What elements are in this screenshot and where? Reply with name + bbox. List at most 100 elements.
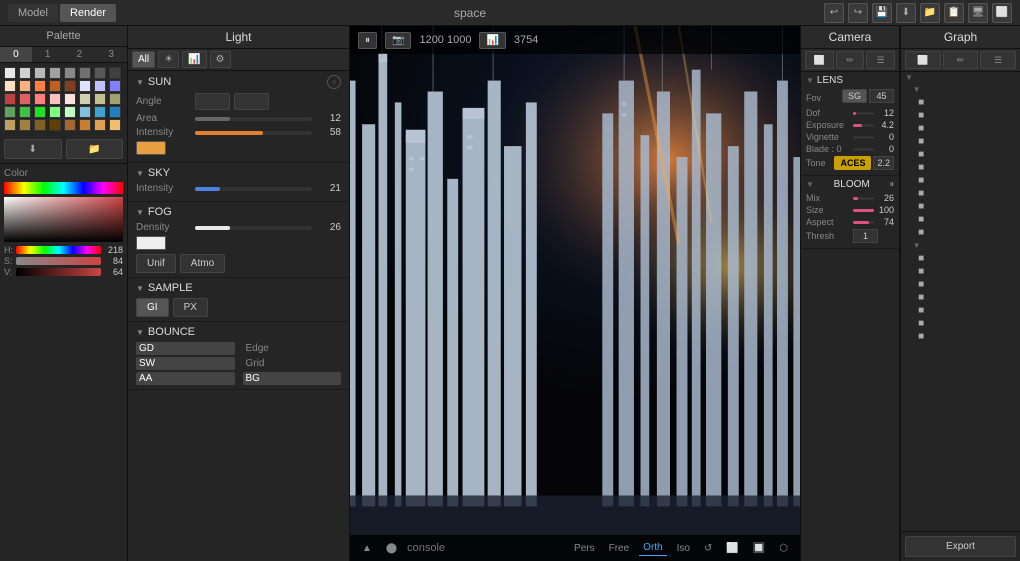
viewport-scene[interactable] — [350, 26, 800, 561]
fog-title[interactable]: ▼ FOG — [136, 206, 341, 218]
palette-cell-27[interactable] — [49, 106, 61, 118]
palette-cell-25[interactable] — [19, 106, 31, 118]
bounce-title[interactable]: ▼ BOUNCE — [136, 326, 341, 338]
bounce-aa[interactable]: AA — [136, 372, 235, 385]
size-bar-container[interactable] — [853, 209, 874, 212]
tree-item-3[interactable]: ■ — [901, 109, 1020, 122]
chart-btn[interactable]: 📊 — [479, 32, 505, 49]
tree-item-12[interactable]: ■ — [901, 226, 1020, 239]
blade-bar-container[interactable] — [853, 148, 874, 151]
palette-cell-15[interactable] — [109, 80, 121, 92]
palette-cell-1[interactable] — [19, 67, 31, 79]
area-bar-container[interactable] — [195, 117, 312, 121]
palette-cell-4[interactable] — [64, 67, 76, 79]
tree-item-7[interactable]: ■ — [901, 161, 1020, 174]
tree-item-6[interactable]: ■ — [901, 148, 1020, 161]
tree-item-19[interactable]: ■ — [901, 317, 1020, 330]
console-input[interactable] — [407, 542, 564, 554]
palette-cell-26[interactable] — [34, 106, 46, 118]
palette-cell-36[interactable] — [64, 119, 76, 131]
palette-cell-10[interactable] — [34, 80, 46, 92]
redo-btn[interactable]: ↪ — [848, 3, 868, 23]
palette-num-1[interactable]: 1 — [32, 47, 64, 62]
tree-item-13[interactable]: ▼ — [901, 239, 1020, 252]
tree-item-16[interactable]: ■ — [901, 278, 1020, 291]
bloom-title[interactable]: ▼ BLOOM ⏸ — [806, 179, 894, 190]
fov-sg-btn[interactable]: SG — [842, 89, 867, 103]
palette-cell-33[interactable] — [19, 119, 31, 131]
exposure-bar-container[interactable] — [853, 124, 874, 127]
tree-item-17[interactable]: ■ — [901, 291, 1020, 304]
s-slider[interactable] — [16, 257, 101, 265]
bounce-grid[interactable]: Grid — [243, 357, 342, 370]
cam-tab-1[interactable]: ⬜ — [805, 51, 834, 69]
iso-btn[interactable]: Iso — [673, 541, 694, 556]
aces-btn[interactable]: ACES — [834, 156, 871, 170]
cam-tab-2[interactable]: ✏ — [836, 51, 865, 69]
palette-cell-17[interactable] — [19, 93, 31, 105]
free-btn[interactable]: Free — [605, 541, 634, 556]
graph-tab-3[interactable]: ☰ — [980, 51, 1016, 69]
tree-item-9[interactable]: ■ — [901, 187, 1020, 200]
v-slider[interactable] — [16, 268, 101, 276]
palette-cell-12[interactable] — [64, 80, 76, 92]
palette-cell-37[interactable] — [79, 119, 91, 131]
sun-color-swatch[interactable] — [136, 141, 166, 155]
palette-cell-34[interactable] — [34, 119, 46, 131]
palette-cell-18[interactable] — [34, 93, 46, 105]
palette-folder-btn[interactable]: 📁 — [66, 139, 124, 159]
palette-num-3[interactable]: 3 — [95, 47, 127, 62]
tree-item-14[interactable]: ■ — [901, 252, 1020, 265]
palette-cell-3[interactable] — [49, 67, 61, 79]
palette-cell-8[interactable] — [4, 80, 16, 92]
export-btn[interactable]: Export — [905, 536, 1016, 557]
fog-atmo-btn[interactable]: Atmo — [180, 254, 225, 273]
clipboard-btn[interactable]: 📋 — [944, 3, 964, 23]
palette-cell-16[interactable] — [4, 93, 16, 105]
light-tab-gear[interactable]: ⚙ — [210, 51, 231, 68]
tree-item-2[interactable]: ■ — [901, 96, 1020, 109]
palette-cell-11[interactable] — [49, 80, 61, 92]
cam-tab-3[interactable]: ☰ — [866, 51, 895, 69]
bounce-edge[interactable]: Edge — [243, 342, 342, 355]
orth-btn[interactable]: Orth — [639, 540, 666, 556]
pause-btn[interactable]: ⏸ — [358, 32, 377, 49]
download-btn[interactable]: ⬇ — [896, 3, 916, 23]
palette-cell-0[interactable] — [4, 67, 16, 79]
sample-title[interactable]: ▼ SAMPLE — [136, 282, 341, 294]
light-tab-sun[interactable]: ☀ — [158, 51, 179, 68]
palette-cell-9[interactable] — [19, 80, 31, 92]
tree-item-11[interactable]: ■ — [901, 213, 1020, 226]
palette-cell-31[interactable] — [109, 106, 121, 118]
window-btn[interactable]: ⬜ — [992, 3, 1012, 23]
view-btn1[interactable]: ⬜ — [722, 541, 742, 556]
graph-tab-1[interactable]: ⬜ — [905, 51, 941, 69]
palette-cell-24[interactable] — [4, 106, 16, 118]
model-tab[interactable]: Model — [8, 4, 58, 22]
palette-num-0[interactable]: 0 — [0, 47, 32, 62]
camera-icon-btn[interactable]: 📷 — [385, 32, 411, 49]
pers-btn[interactable]: Pers — [570, 541, 599, 556]
fog-density-bar-container[interactable] — [195, 226, 312, 230]
dof-bar-container[interactable] — [853, 112, 874, 115]
palette-cell-32[interactable] — [4, 119, 16, 131]
palette-cell-29[interactable] — [79, 106, 91, 118]
tree-item-5[interactable]: ■ — [901, 135, 1020, 148]
sun-title[interactable]: ▼ SUN ○ — [136, 75, 341, 89]
light-tab-all[interactable]: All — [132, 51, 155, 68]
bloom-pause-btn[interactable]: ⏸ — [889, 179, 894, 190]
gi-btn[interactable]: GI — [136, 298, 169, 317]
palette-num-2[interactable]: 2 — [64, 47, 96, 62]
h-slider[interactable] — [16, 246, 101, 254]
tree-item-0[interactable]: ▼ — [901, 72, 1020, 83]
palette-cell-22[interactable] — [94, 93, 106, 105]
bounce-bg[interactable]: BG — [243, 372, 342, 385]
fog-color-swatch[interactable] — [136, 236, 166, 250]
palette-cell-6[interactable] — [94, 67, 106, 79]
palette-cell-39[interactable] — [109, 119, 121, 131]
monitor-btn[interactable]: 🖥 — [968, 3, 988, 23]
view-btn2[interactable]: 🔲 — [749, 541, 769, 556]
sky-intensity-bar-container[interactable] — [195, 187, 312, 191]
palette-cell-38[interactable] — [94, 119, 106, 131]
tree-item-10[interactable]: ■ — [901, 200, 1020, 213]
